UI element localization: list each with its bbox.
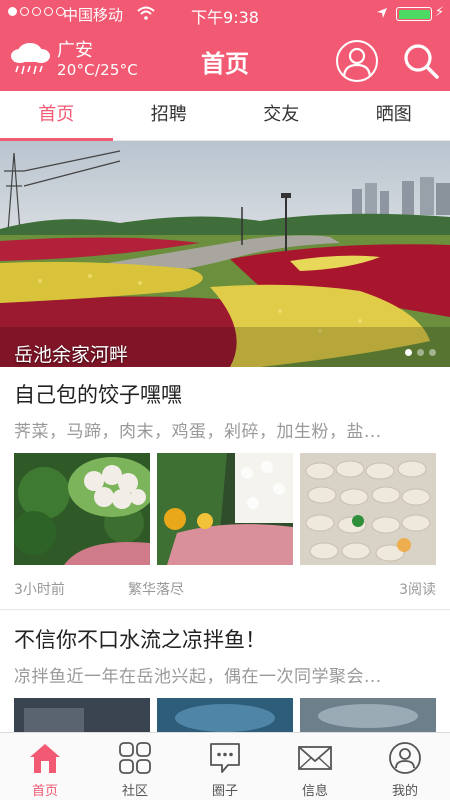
mail-icon — [298, 746, 332, 770]
post-excerpt: 荠菜，马蹄，肉末，鸡蛋，剁碎，加生粉，盐... — [14, 422, 382, 442]
status-bar: 中国移动 下午9:38 ⚡ — [0, 0, 450, 28]
rain-cloud-icon — [11, 43, 50, 75]
tab-home[interactable]: 首页 — [0, 91, 113, 141]
profile-button[interactable] — [336, 40, 378, 82]
home-icon — [30, 744, 60, 773]
post-thumbnail[interactable] — [157, 453, 293, 565]
user-icon — [342, 47, 372, 79]
nav-label: 社区 — [121, 784, 148, 799]
weather-temperature: 20°C/25°C — [57, 61, 138, 79]
nav-label: 圈子 — [211, 784, 238, 799]
post-thumbnail[interactable] — [157, 698, 293, 732]
carousel-dot[interactable] — [429, 349, 436, 356]
post-author[interactable]: 繁华落尽 — [128, 579, 184, 599]
nav-label: 首页 — [31, 784, 58, 799]
chat-bubble-icon — [210, 743, 240, 773]
post-thumbnail[interactable] — [14, 698, 150, 732]
tab-jobs[interactable]: 招聘 — [113, 91, 226, 140]
weather-city: 广安 — [57, 40, 93, 61]
page-title: 首页 — [201, 50, 249, 78]
post-thumbnail[interactable] — [14, 453, 150, 565]
app-header: 中国移动 下午9:38 ⚡ 广安 20°C/25°C 首页 — [0, 0, 450, 91]
post-thumbnail[interactable] — [300, 698, 436, 732]
battery-icon — [396, 7, 432, 21]
nav-circles[interactable]: 圈子 — [180, 733, 270, 800]
feed-post[interactable]: 自己包的饺子嘿嘿 荠菜，马蹄，肉末，鸡蛋，剁碎，加生粉，盐... 3小时前 繁华… — [0, 367, 450, 609]
post-thumbnail[interactable] — [300, 453, 436, 565]
carousel-dot[interactable] — [417, 349, 424, 356]
banner-caption: 岳池余家河畔 — [14, 344, 129, 366]
post-read-count: 3阅读 — [399, 582, 436, 598]
feed-post[interactable]: 不信你不口水流之凉拌鱼！ 凉拌鱼近一年在岳池兴起，偶在一次同学聚会... — [0, 610, 450, 732]
nav-messages[interactable]: 信息 — [270, 733, 360, 800]
post-title: 不信你不口水流之凉拌鱼！ — [14, 628, 266, 652]
user-icon — [389, 742, 421, 774]
carousel-indicator — [405, 349, 436, 356]
nav-me[interactable]: 我的 — [360, 733, 450, 800]
post-excerpt: 凉拌鱼近一年在岳池兴起，偶在一次同学聚会... — [14, 667, 382, 687]
nav-label: 我的 — [391, 784, 418, 799]
bottom-tab-bar: 首页 社区 圈子 信息 我的 — [0, 732, 450, 800]
category-tabs: 首页 招聘 交友 晒图 — [0, 91, 450, 141]
banner-carousel[interactable]: 岳池余家河畔 — [0, 141, 450, 367]
location-arrow-icon — [377, 8, 387, 18]
nav-label: 信息 — [301, 784, 328, 799]
banner-image — [0, 141, 450, 367]
grid-icon — [119, 742, 151, 774]
carousel-dot[interactable] — [405, 349, 412, 356]
post-time: 3小时前 — [14, 582, 65, 598]
charging-bolt-icon: ⚡ — [435, 5, 445, 20]
nav-home[interactable]: 首页 — [0, 733, 90, 800]
post-thumbnails — [14, 698, 436, 732]
post-title: 自己包的饺子嘿嘿 — [14, 383, 182, 407]
weather-widget[interactable]: 广安 20°C/25°C — [8, 36, 148, 86]
tab-dating[interactable]: 交友 — [225, 91, 338, 140]
tab-photos[interactable]: 晒图 — [338, 91, 450, 140]
post-thumbnails — [14, 453, 436, 565]
search-icon[interactable] — [402, 42, 440, 80]
nav-community[interactable]: 社区 — [90, 733, 180, 800]
